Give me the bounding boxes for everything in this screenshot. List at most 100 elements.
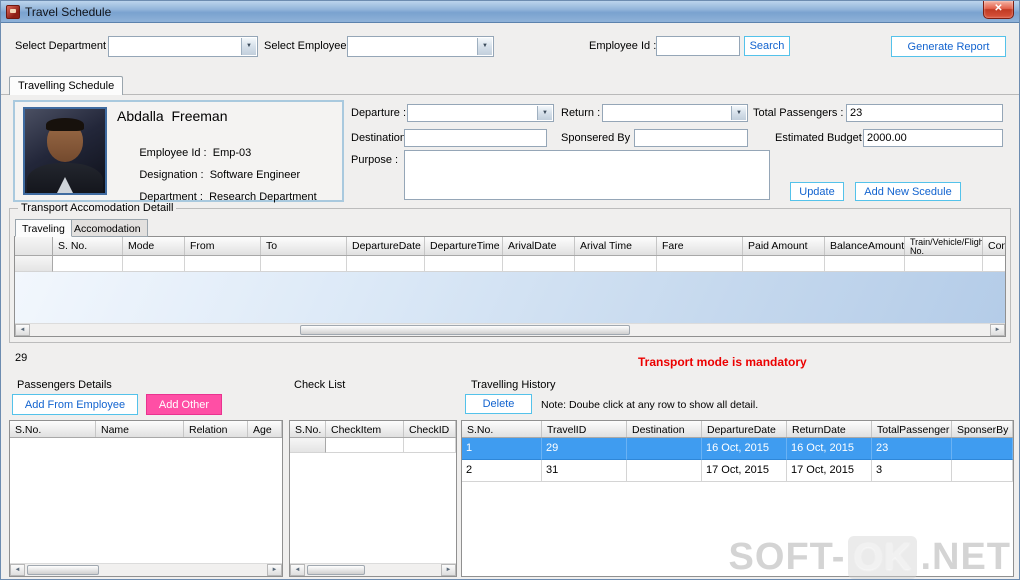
scroll-right-icon[interactable]: ► xyxy=(441,564,456,576)
chevron-down-icon[interactable]: ▼ xyxy=(241,38,256,55)
column-header[interactable]: CheckID xyxy=(404,421,456,437)
grid-cell-empty[interactable] xyxy=(326,438,404,453)
departure-date-picker[interactable]: Friday , October 16, 2015 ▼ xyxy=(407,104,554,122)
column-header[interactable]: Paid Amount xyxy=(743,237,825,255)
checklist-grid-new-row[interactable] xyxy=(290,438,456,453)
grid-cell-empty[interactable] xyxy=(743,256,825,272)
grid-cell-empty[interactable] xyxy=(347,256,425,272)
destination-input[interactable] xyxy=(404,129,547,147)
checklist-grid-header: S.No. CheckItem CheckID xyxy=(290,421,456,438)
column-header[interactable]: Arival Time xyxy=(575,237,657,255)
select-employee-combobox[interactable]: Abdalla Freeman ▼ xyxy=(347,36,494,57)
table-row[interactable]: 2 31 17 Oct, 2015 17 Oct, 2015 3 xyxy=(462,460,1013,482)
column-header[interactable]: Conta xyxy=(983,237,1005,255)
delete-button[interactable]: Delete xyxy=(465,394,532,414)
scrollbar-thumb[interactable] xyxy=(300,325,630,335)
tab-accomodation[interactable]: Accomodation xyxy=(67,219,148,237)
total-passengers-input[interactable] xyxy=(846,104,1003,122)
table-row-selected[interactable]: 1 29 16 Oct, 2015 16 Oct, 2015 23 xyxy=(462,438,1013,460)
grid-cell-empty[interactable] xyxy=(404,438,456,453)
grid-cell-empty[interactable] xyxy=(185,256,261,272)
column-header[interactable]: DepartureTime xyxy=(425,237,503,255)
column-header[interactable]: BalanceAmount xyxy=(825,237,905,255)
column-header[interactable]: CheckItem xyxy=(326,421,404,437)
cell-sponser-by[interactable] xyxy=(952,460,1013,482)
column-header[interactable]: Train/Vehicle/Fligh No. xyxy=(905,237,983,255)
chevron-down-icon[interactable]: ▼ xyxy=(731,106,746,120)
update-button[interactable]: Update xyxy=(790,182,844,201)
grid-cell-empty[interactable] xyxy=(825,256,905,272)
cell-sno[interactable]: 1 xyxy=(462,438,542,460)
return-date-picker[interactable]: Friday , October 16, 2015 ▼ xyxy=(602,104,748,122)
scroll-right-icon[interactable]: ► xyxy=(990,324,1005,336)
grid-cell-empty[interactable] xyxy=(261,256,347,272)
passengers-horizontal-scrollbar[interactable]: ◄ ► xyxy=(10,563,282,576)
transport-grid-new-row[interactable] xyxy=(15,256,1005,272)
employee-id-input[interactable] xyxy=(656,36,740,56)
chevron-down-icon[interactable]: ▼ xyxy=(477,38,492,55)
cell-return-date[interactable]: 16 Oct, 2015 xyxy=(787,438,872,460)
cell-departure-date[interactable]: 17 Oct, 2015 xyxy=(702,460,787,482)
cell-sponser-by[interactable] xyxy=(952,438,1013,460)
column-header[interactable]: Age xyxy=(248,421,282,437)
grid-cell-empty[interactable] xyxy=(123,256,185,272)
column-header[interactable]: ArivalDate xyxy=(503,237,575,255)
cell-destination[interactable] xyxy=(627,460,702,482)
grid-cell-empty[interactable] xyxy=(503,256,575,272)
cell-departure-date[interactable]: 16 Oct, 2015 xyxy=(702,438,787,460)
add-new-schedule-button[interactable]: Add New Scedule xyxy=(855,182,961,201)
search-button[interactable]: Search xyxy=(744,36,790,56)
cell-sno[interactable]: 2 xyxy=(462,460,542,482)
purpose-textarea[interactable] xyxy=(404,150,770,200)
scrollbar-thumb[interactable] xyxy=(27,565,99,575)
grid-cell-empty[interactable] xyxy=(905,256,983,272)
close-button[interactable]: ✕ xyxy=(983,1,1014,19)
grid-cell-empty[interactable] xyxy=(53,256,123,272)
column-header[interactable]: DepartureDate xyxy=(347,237,425,255)
add-other-button[interactable]: Add Other xyxy=(146,394,222,415)
cell-return-date[interactable]: 17 Oct, 2015 xyxy=(787,460,872,482)
column-header[interactable]: From xyxy=(185,237,261,255)
column-header[interactable]: SponserBy xyxy=(952,421,1013,437)
scroll-left-icon[interactable]: ◄ xyxy=(10,564,25,576)
column-header[interactable]: Fare xyxy=(657,237,743,255)
history-grid: S.No. TravelID Destination DepartureDate… xyxy=(461,420,1014,577)
sponsered-by-input[interactable] xyxy=(634,129,748,147)
cell-travel-id[interactable]: 31 xyxy=(542,460,627,482)
add-from-employee-button[interactable]: Add From Employee xyxy=(12,394,138,415)
estimated-budget-input[interactable] xyxy=(863,129,1003,147)
grid-cell-empty[interactable] xyxy=(425,256,503,272)
title-bar[interactable]: Travel Schedule ✕ xyxy=(1,1,1019,23)
column-header[interactable]: TravelID xyxy=(542,421,627,437)
column-header[interactable]: S. No. xyxy=(53,237,123,255)
chevron-down-icon[interactable]: ▼ xyxy=(537,106,552,120)
generate-report-button[interactable]: Generate Report xyxy=(891,36,1006,57)
scroll-left-icon[interactable]: ◄ xyxy=(15,324,30,336)
checklist-horizontal-scrollbar[interactable]: ◄ ► xyxy=(290,563,456,576)
column-header[interactable]: S.No. xyxy=(290,421,326,437)
scroll-left-icon[interactable]: ◄ xyxy=(290,564,305,576)
column-header[interactable]: Mode xyxy=(123,237,185,255)
select-department-combobox[interactable]: --Select Department-- ▼ xyxy=(108,36,258,57)
scroll-right-icon[interactable]: ► xyxy=(267,564,282,576)
tab-traveling[interactable]: Traveling xyxy=(15,219,72,237)
tab-travelling-schedule[interactable]: Travelling Schedule xyxy=(9,76,124,95)
column-header[interactable]: Relation xyxy=(184,421,248,437)
column-header[interactable]: To xyxy=(261,237,347,255)
column-header[interactable]: Destination xyxy=(627,421,702,437)
column-header[interactable]: S.No. xyxy=(462,421,542,437)
grid-cell-empty[interactable] xyxy=(657,256,743,272)
cell-total-passenger[interactable]: 23 xyxy=(872,438,952,460)
column-header[interactable]: ReturnDate xyxy=(787,421,872,437)
cell-travel-id[interactable]: 29 xyxy=(542,438,627,460)
cell-destination[interactable] xyxy=(627,438,702,460)
column-header[interactable]: S.No. xyxy=(10,421,96,437)
column-header[interactable]: Name xyxy=(96,421,184,437)
column-header[interactable]: DepartureDate xyxy=(702,421,787,437)
scrollbar-thumb[interactable] xyxy=(307,565,365,575)
grid-cell-empty[interactable] xyxy=(575,256,657,272)
transport-horizontal-scrollbar[interactable]: ◄ ► xyxy=(15,323,1005,336)
column-header[interactable]: TotalPassenger xyxy=(872,421,952,437)
grid-cell-empty[interactable] xyxy=(983,256,1005,272)
cell-total-passenger[interactable]: 3 xyxy=(872,460,952,482)
